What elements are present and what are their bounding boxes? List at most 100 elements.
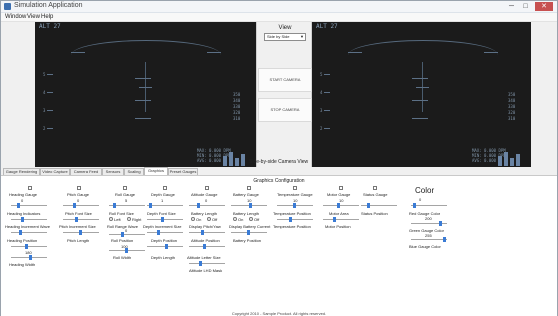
menu-help[interactable]: Help [41, 13, 53, 22]
left-pitch-line [135, 100, 151, 101]
right-crosshair [416, 87, 429, 88]
altitude-position-slider[interactable] [189, 244, 225, 249]
right-camera-view[interactable]: ALT 27 5 4 3 2 350 340 330 320 310 MAX: … [312, 22, 531, 167]
heading-increment-slider[interactable] [11, 230, 47, 235]
battery-gauge-slider[interactable] [231, 203, 267, 208]
green-gauge-color-slider[interactable] [411, 237, 447, 242]
battery-on-label: On [238, 217, 244, 222]
menu-window[interactable]: Window [5, 13, 26, 22]
maximize-button[interactable]: □ [519, 2, 532, 11]
battery-off-radio[interactable] [249, 217, 253, 221]
tab-video-capture[interactable]: Video Capture [40, 168, 70, 175]
heading-indicators-label: Heading Indicators [7, 211, 41, 216]
close-button[interactable]: ✕ [535, 2, 553, 11]
motor-gauge-checkbox[interactable] [339, 186, 343, 190]
temperature-position-label-2: Temperature Position [273, 224, 311, 229]
left-readout: 340 [233, 98, 241, 103]
motor-area-slider[interactable] [323, 217, 359, 222]
minimize-button[interactable]: ─ [505, 2, 518, 11]
pitch-increment-slider[interactable] [63, 230, 99, 235]
left-camera-view[interactable]: ALT 27 5 4 3 2 350 340 330 320 310 MAX: … [35, 22, 256, 167]
left-status-line: AVG: 0.000 [197, 158, 222, 163]
roll-left-radio[interactable] [109, 217, 113, 221]
roll-range-slider[interactable] [109, 232, 145, 237]
heading-width-slider[interactable] [11, 255, 47, 260]
left-scale-tick [47, 74, 53, 75]
heading-position-label: Heading Position [7, 238, 38, 243]
left-crosshair [139, 87, 152, 88]
depth-increment-slider[interactable] [147, 230, 183, 235]
altitude-on-radio[interactable] [191, 217, 195, 221]
depth-position-slider[interactable] [147, 244, 183, 249]
temperature-position-slider[interactable] [277, 217, 313, 222]
right-level-bar [504, 152, 508, 166]
tab-camera-feed[interactable]: Camera Feed [70, 168, 102, 175]
depth-gauge-checkbox[interactable] [163, 186, 167, 190]
left-altitude-readout: ALT 27 [39, 23, 61, 30]
left-readout: 330 [233, 104, 241, 109]
left-tick-label: 3 [43, 108, 46, 113]
display-pitch-yaw-slider[interactable] [189, 230, 225, 235]
left-horizon-tick [71, 52, 85, 53]
start-camera-button[interactable]: START CAMERA [258, 68, 312, 92]
heading-gauge-label: Heading Gauge [9, 192, 38, 197]
heading-width-label: Heading Width [9, 262, 36, 267]
status-gauge-checkbox[interactable] [373, 186, 377, 190]
status-gauge-slider[interactable] [361, 203, 397, 208]
pitch-gauge-slider[interactable] [63, 203, 99, 208]
altitude-gauge-checkbox[interactable] [205, 186, 209, 190]
tab-sensors[interactable]: Sensors [102, 168, 124, 175]
view-mode-select[interactable]: Side by Side ▼ [264, 33, 306, 41]
altitude-off-radio[interactable] [207, 217, 211, 221]
left-readout: 320 [233, 110, 241, 115]
app-icon [4, 3, 11, 10]
depth-font-size-slider[interactable] [147, 217, 183, 222]
right-readout: 340 [508, 98, 516, 103]
left-scale-tick [47, 128, 53, 129]
red-gauge-color-slider[interactable] [411, 221, 447, 226]
color-slider[interactable] [411, 203, 447, 208]
left-pitch-line [135, 78, 151, 79]
altitude-lhd-mask-label: Altitude LHD Mask [189, 268, 223, 273]
display-pitch-yaw-label: Display Pitch/Yaw [189, 224, 221, 229]
app-window: Simulation Application ─ □ ✕ Window View… [0, 0, 558, 316]
battery-gauge-checkbox[interactable] [247, 186, 251, 190]
altitude-gauge-slider[interactable] [189, 203, 225, 208]
roll-position-slider[interactable] [109, 248, 145, 253]
motor-gauge-slider[interactable] [323, 203, 359, 208]
depth-gauge-slider[interactable] [147, 203, 183, 208]
status-position-label: Status Position [361, 211, 388, 216]
pitch-font-size-slider[interactable] [63, 217, 99, 222]
altitude-on-label: On [196, 217, 202, 222]
roll-right-radio[interactable] [127, 217, 131, 221]
right-readout: 320 [508, 110, 516, 115]
roll-gauge-checkbox[interactable] [123, 186, 127, 190]
heading-indicators-slider[interactable] [11, 217, 47, 222]
tab-graphics[interactable]: Graphics [144, 167, 168, 175]
roll-gauge-slider[interactable] [109, 203, 145, 208]
window-title: Simulation Application [14, 2, 83, 9]
heading-position-slider[interactable] [11, 244, 47, 249]
display-battery-current-slider[interactable] [231, 230, 267, 235]
left-tick-label: 4 [43, 90, 46, 95]
pitch-font-size-label: Pitch Font Size [65, 211, 92, 216]
menu-view[interactable]: View [27, 13, 40, 22]
chevron-down-icon: ▼ [300, 34, 304, 39]
temperature-gauge-checkbox[interactable] [293, 186, 297, 190]
tab-scaling[interactable]: Scaling [124, 168, 144, 175]
temperature-gauge-slider[interactable] [277, 203, 313, 208]
stop-camera-button[interactable]: STOP CAMERA [258, 98, 312, 122]
battery-on-radio[interactable] [233, 217, 237, 221]
depth-font-size-label: Depth Font Size [147, 211, 176, 216]
altitude-gauge-label: Altitude Gauge [191, 192, 218, 197]
roll-width-label: Roll Width [113, 255, 132, 260]
heading-gauge-slider[interactable] [11, 203, 47, 208]
right-readout: 330 [508, 104, 516, 109]
pitch-gauge-checkbox[interactable] [77, 186, 81, 190]
tab-preset-gauges[interactable]: Preset Gauges [168, 168, 198, 175]
altitude-letter-size-slider[interactable] [189, 261, 225, 266]
right-horizon-tick [484, 52, 498, 53]
right-horizon-tick [348, 52, 362, 53]
heading-gauge-checkbox[interactable] [28, 186, 32, 190]
tab-gauge-rendering[interactable]: Gauge Rendering [3, 168, 40, 175]
